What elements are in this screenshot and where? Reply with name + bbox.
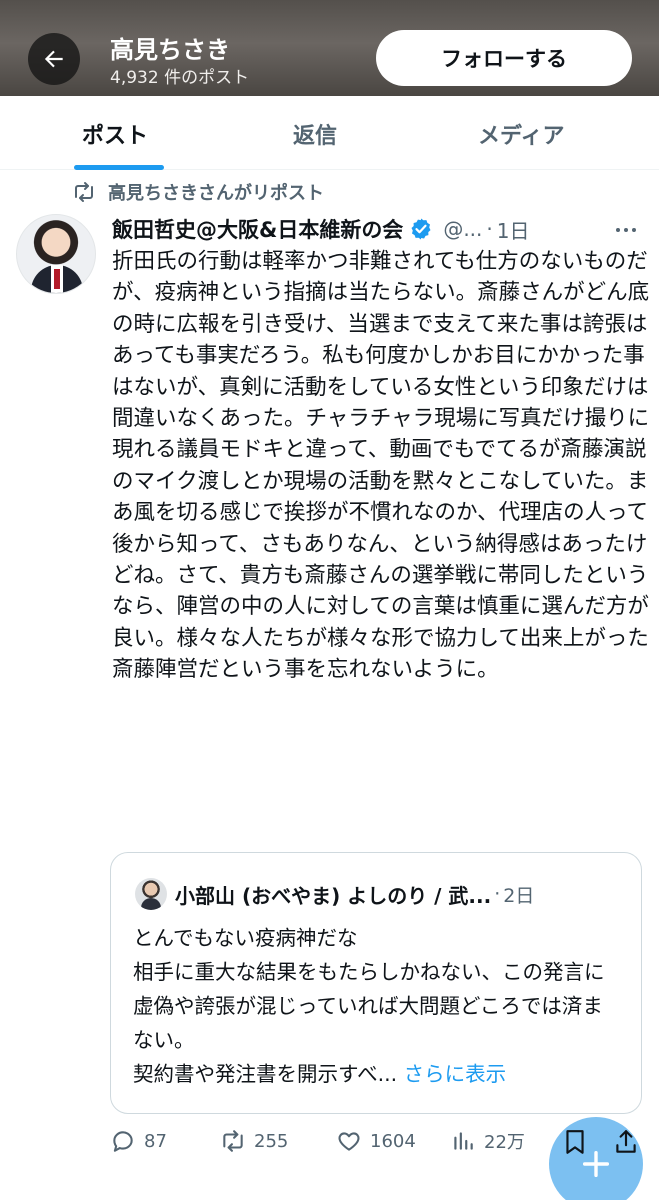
quoted-author-name: 小部山 (おべやま) よしのり / 武... bbox=[175, 883, 492, 908]
bookmark-icon[interactable] bbox=[562, 1128, 588, 1156]
repost-note[interactable]: 高見ちさきさんがリポスト bbox=[72, 178, 324, 206]
follow-button[interactable]: フォローする bbox=[376, 30, 632, 86]
views-count: 22万 bbox=[484, 1132, 525, 1153]
author-handle[interactable]: @... bbox=[443, 217, 482, 241]
repost-icon bbox=[223, 1130, 243, 1152]
like-icon bbox=[338, 1132, 360, 1151]
quoted-tweet[interactable]: 小部山 (おべやま) よしのり / 武... · 2日 とんでもない疫病神だな … bbox=[110, 852, 642, 1114]
reply-icon bbox=[113, 1131, 133, 1152]
separator-dot: · bbox=[494, 883, 501, 905]
verified-badge-icon bbox=[411, 218, 431, 240]
tab-posts[interactable]: ポスト bbox=[82, 118, 148, 150]
quoted-author-avatar bbox=[135, 878, 167, 910]
quoted-tweet-time: 2日 bbox=[503, 884, 535, 907]
quoted-tweet-header: 小部山 (おべやま) よしのり / 武... · 2日 bbox=[175, 877, 534, 911]
back-arrow-icon bbox=[44, 50, 63, 68]
repost-count: 255 bbox=[254, 1130, 289, 1152]
profile-header: 高見ちさき 4,932 件のポスト フォローする bbox=[0, 0, 659, 96]
quoted-text: とんでもない疫病神だな 相手に重大な結果をもたらしかねない、この発言に虚偽や誇張… bbox=[133, 926, 605, 1086]
quoted-tweet-text: とんでもない疫病神だな 相手に重大な結果をもたらしかねない、この発言に虚偽や誇張… bbox=[133, 921, 623, 1091]
views-button[interactable]: 22万 bbox=[450, 1128, 525, 1154]
active-tab-indicator bbox=[74, 165, 164, 170]
reply-button[interactable]: 87 bbox=[110, 1128, 167, 1154]
like-count: 1604 bbox=[370, 1130, 416, 1152]
back-button[interactable] bbox=[28, 33, 80, 85]
like-button[interactable]: 1604 bbox=[336, 1128, 416, 1154]
tweet-text: 折田氏の行動は軽率かつ非難されても仕方のないものだが、疫病神という指摘は当たらな… bbox=[112, 249, 650, 683]
profile-name: 高見ちさき bbox=[110, 36, 230, 64]
tab-replies[interactable]: 返信 bbox=[293, 118, 337, 150]
author-name[interactable]: 飯田哲史@大阪&日本維新の会 bbox=[112, 214, 403, 244]
show-more-link[interactable]: さらに表示 bbox=[404, 1062, 507, 1086]
repost-button[interactable]: 255 bbox=[220, 1128, 288, 1154]
share-icon[interactable] bbox=[613, 1128, 639, 1156]
tab-media[interactable]: メディア bbox=[478, 118, 564, 150]
repost-icon bbox=[75, 182, 93, 202]
reply-count: 87 bbox=[144, 1130, 167, 1152]
repost-note-text: 高見ちさきさんがリポスト bbox=[108, 183, 324, 204]
profile-tabs: ポスト 返信 メディア bbox=[0, 96, 659, 170]
separator-dot: · bbox=[486, 217, 493, 241]
post-count: 4,932 件のポスト bbox=[110, 68, 250, 88]
tweet-time[interactable]: 1日 bbox=[497, 215, 530, 244]
author-avatar[interactable] bbox=[16, 214, 96, 294]
tweet-header: 飯田哲史@大阪&日本維新の会 @... · 1日 bbox=[112, 214, 642, 244]
more-dots-icon[interactable] bbox=[614, 220, 638, 240]
views-icon bbox=[454, 1132, 473, 1150]
